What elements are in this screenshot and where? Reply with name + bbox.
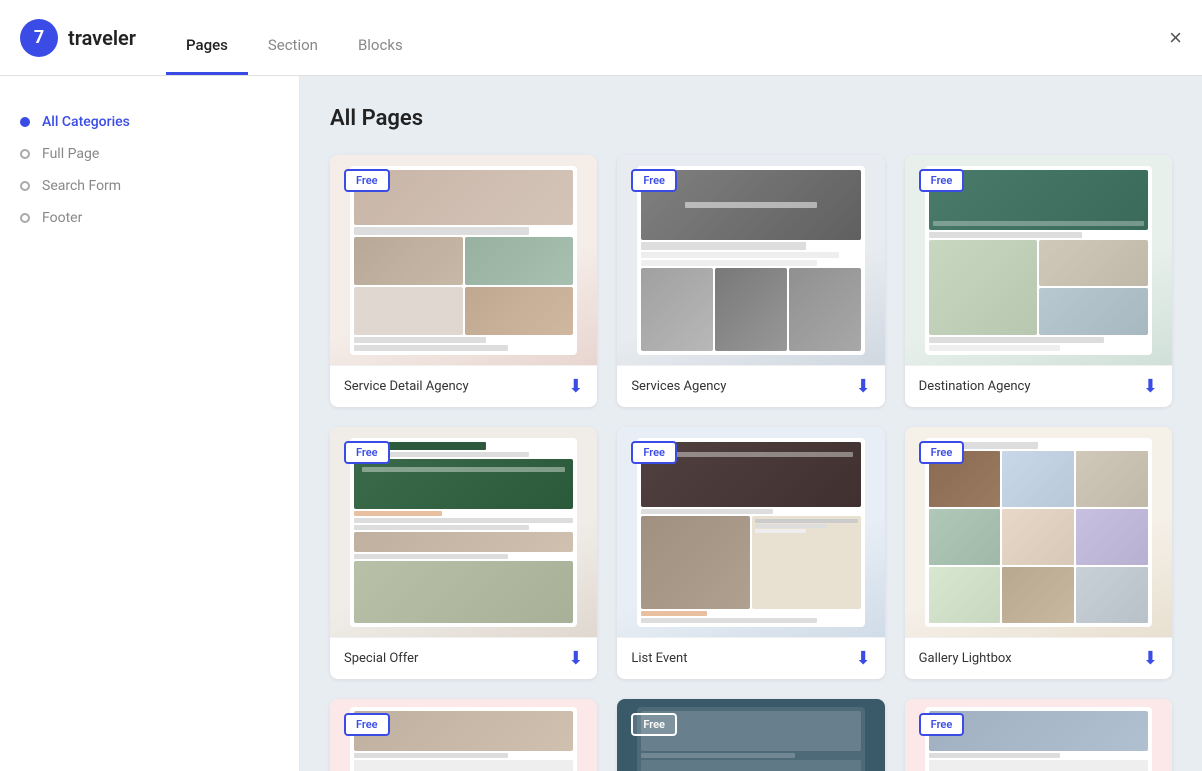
sidebar-label-footer: Footer [42,210,82,226]
logo-area: 7 traveler [20,19,136,57]
card-destination-agency: Free [905,155,1172,407]
download-icon-6[interactable]: ⬇ [1143,648,1158,669]
thumb-inner-3 [925,166,1152,355]
card-list-event: Free [617,427,884,679]
download-icon-3[interactable]: ⬇ [1143,376,1158,397]
header: 7 traveler Pages Section Blocks × [0,0,1202,76]
cards-grid: Free [330,155,1172,771]
card-name-6: Gallery Lightbox [919,651,1012,666]
sidebar-label-full-page: Full Page [42,146,99,162]
card-name-3: Destination Agency [919,379,1031,394]
card-thumbnail-4: Free [330,427,597,637]
card-name-4: Special Offer [344,651,418,666]
content-area: All Pages Free [300,76,1202,771]
thumb-inner-6 [925,438,1152,627]
download-icon-4[interactable]: ⬇ [568,648,583,669]
card-thumbnail-3: Free [905,155,1172,365]
free-badge-1: Free [344,169,390,192]
logo-icon: 7 [20,19,58,57]
card-footer-1: Service Detail Agency ⬇ [330,365,597,407]
download-icon-1[interactable]: ⬇ [568,376,583,397]
tab-section[interactable]: Section [248,36,338,75]
free-badge-4: Free [344,441,390,464]
free-badge-2: Free [631,169,677,192]
brand-name: traveler [68,26,136,50]
nav-tabs: Pages Section Blocks [166,0,423,75]
sidebar-item-all-categories[interactable]: All Categories [20,106,279,138]
free-badge-7: Free [344,713,390,736]
card-services-agency: Free [617,155,884,407]
card-footer-2: Services Agency ⬇ [617,365,884,407]
card-footer-6: Gallery Lightbox ⬇ [905,637,1172,679]
card-footer-4: Special Offer ⬇ [330,637,597,679]
free-badge-9: Free [919,713,965,736]
card-thumbnail-2: Free [617,155,884,365]
thumb-inner-1 [350,166,577,355]
card-thumbnail-1: Free [330,155,597,365]
card-name-5: List Event [631,651,687,666]
free-badge-6: Free [919,441,965,464]
download-icon-2[interactable]: ⬇ [856,376,871,397]
thumb-inner-4 [350,438,577,627]
sidebar-dot-full-page [20,149,30,159]
sidebar-label-search-form: Search Form [42,178,121,194]
sidebar-dot-all-categories [20,117,30,127]
card-footer-3: Destination Agency ⬇ [905,365,1172,407]
download-icon-5[interactable]: ⬇ [856,648,871,669]
page-title: All Pages [330,106,1172,131]
card-thumbnail-8: Free [617,699,884,771]
sidebar-dot-search-form [20,181,30,191]
card-thumbnail-7: Free [330,699,597,771]
free-badge-8: Free [631,713,677,736]
thumb-inner-2 [637,166,864,355]
sidebar-dot-footer [20,213,30,223]
card-name-2: Services Agency [631,379,726,394]
close-button[interactable]: × [1169,25,1182,51]
card-name-1: Service Detail Agency [344,379,469,394]
card-footer-5: List Event ⬇ [617,637,884,679]
main-layout: All Categories Full Page Search Form Foo… [0,76,1202,771]
card-service-detail-agency: Free [330,155,597,407]
card-thumbnail-6: Free [905,427,1172,637]
card-thumbnail-5: Free [617,427,884,637]
sidebar: All Categories Full Page Search Form Foo… [0,76,300,771]
card-9: Free [905,699,1172,771]
sidebar-item-footer[interactable]: Footer [20,202,279,234]
card-7: Free [330,699,597,771]
sidebar-label-all-categories: All Categories [42,114,130,130]
card-thumbnail-9: Free [905,699,1172,771]
sidebar-item-search-form[interactable]: Search Form [20,170,279,202]
app-container: 7 traveler Pages Section Blocks × All Ca… [0,0,1202,771]
sidebar-item-full-page[interactable]: Full Page [20,138,279,170]
free-badge-3: Free [919,169,965,192]
card-8: Free [617,699,884,771]
tab-pages[interactable]: Pages [166,36,248,75]
card-special-offer: Free [330,427,597,679]
thumb-inner-5 [637,438,864,627]
free-badge-5: Free [631,441,677,464]
card-gallery-lightbox: Free [905,427,1172,679]
tab-blocks[interactable]: Blocks [338,36,423,75]
